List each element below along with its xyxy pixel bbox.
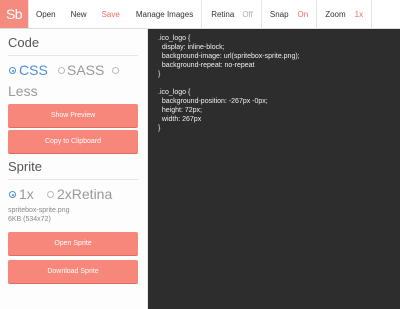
snap-label[interactable]: Snap [270,10,289,19]
snap-toggle[interactable]: On [298,10,309,19]
sprite-2x-label[interactable]: 2xRetina [57,186,112,202]
sprite-1x-label[interactable]: 1x [19,186,34,202]
toolbar-divider [371,0,373,29]
css-option-label[interactable]: CSS [19,62,48,78]
code-line: .ico_logo { [158,35,191,42]
manage-images-button[interactable]: Manage Images [136,10,193,19]
sidebar: Code CSS SASS Less Show Preview Copy to … [0,29,148,309]
toolbar-divider [28,0,29,29]
code-line: background-position: -267px -0px; [158,98,268,105]
less-radio[interactable] [112,67,119,74]
code-line: height: 72px; [158,107,202,114]
download-sprite-button[interactable]: Download Sprite [8,260,138,283]
save-button[interactable]: Save [102,10,120,19]
sprite-2x-radio[interactable] [47,191,54,198]
code-line: display: inline-block; [158,44,225,51]
zoom-value[interactable]: 1x [355,10,363,19]
toolbar-divider [260,0,262,29]
code-line: background-image: url(spritebox-sprite.p… [158,53,300,60]
divider [8,179,138,180]
code-line: background-repeat: no-repeat [158,62,255,69]
code-output-panel[interactable]: .ico_logo { display: inline-block; backg… [148,29,400,309]
sass-radio[interactable] [58,67,65,74]
open-sprite-button[interactable]: Open Sprite [8,232,138,255]
sprite-file-name: spritebox-sprite.png [8,207,70,214]
code-line: } [158,71,161,78]
open-button[interactable]: Open [36,10,56,19]
code-line: } [158,125,161,132]
code-line: width: 267px [158,116,202,123]
app-logo: Sb [0,0,28,28]
sass-option-label[interactable]: SASS [67,62,104,78]
divider [8,55,138,56]
show-preview-button[interactable]: Show Preview [8,104,138,127]
new-button[interactable]: New [71,10,87,19]
toolbar: Sb Open New Save Manage Images Retina Of… [0,0,400,29]
zoom-label[interactable]: Zoom [325,10,345,19]
css-radio[interactable] [9,67,16,74]
sprite-1x-radio[interactable] [9,191,16,198]
retina-label[interactable]: Retina [211,10,234,19]
less-option-label[interactable]: Less [8,83,38,99]
toolbar-divider [316,0,318,29]
retina-toggle[interactable]: Off [242,10,253,19]
sprite-section-title: Sprite [8,159,42,174]
sprite-file-info: 6KB (534x72) [8,216,51,223]
toolbar-divider [201,0,203,29]
copy-to-clipboard-button[interactable]: Copy to Clipboard [8,130,138,153]
code-line: .ico_logo { [158,89,191,96]
code-section-title: Code [8,35,40,50]
